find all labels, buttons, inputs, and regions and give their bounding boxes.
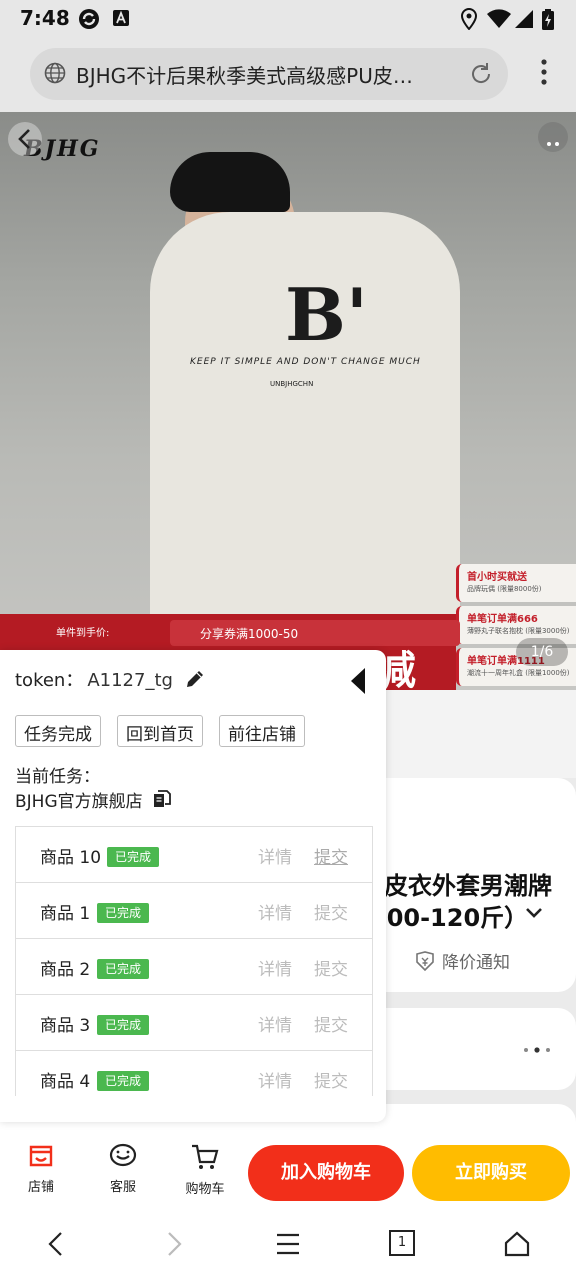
- cart-button[interactable]: 购物车: [175, 1142, 235, 1197]
- chevron-down-icon[interactable]: [524, 906, 544, 920]
- nav-menu-icon[interactable]: [274, 1230, 302, 1258]
- more-button[interactable]: [538, 122, 568, 152]
- status-time: 7:48: [20, 6, 70, 30]
- collapse-panel-icon[interactable]: [348, 666, 368, 696]
- status-badge: 已完成: [107, 847, 160, 867]
- task-name: 商品 3: [40, 1016, 91, 1036]
- gift-coupon: 首小时买就送 品牌玩偶 (限量8000份): [456, 564, 576, 602]
- customer-service-icon: [109, 1143, 137, 1167]
- nav-tabs-button[interactable]: 1: [389, 1230, 415, 1256]
- jacket-print-sub: UNBJHGCHN: [270, 380, 314, 388]
- status-bar: 7:48: [0, 0, 576, 36]
- jacket-print-slogan: KEEP IT SIMPLE AND DON'T CHANGE MUCH: [190, 357, 421, 367]
- task-complete-button[interactable]: 任务完成: [15, 715, 101, 747]
- gift-coupon-sub: 薄野丸子联名抱枕 (限量3000份): [467, 627, 570, 635]
- task-row: 商品 3 已完成 详情 提交: [16, 995, 372, 1051]
- browser-nav-bar: 1: [0, 1210, 576, 1280]
- copy-icon[interactable]: [152, 789, 172, 809]
- cart-label: 购物车: [185, 1182, 225, 1197]
- store-label: 店铺: [27, 1180, 54, 1195]
- product-title-line1: 皮衣外套男潮牌: [384, 872, 552, 900]
- task-row: 商品 10 已完成 详情 提交: [16, 827, 372, 883]
- gift-coupon-stack: 首小时买就送 品牌玩偶 (限量8000份) 单笔订单满666 薄野丸子联名抱枕 …: [456, 564, 576, 690]
- signal-icon: [515, 10, 533, 28]
- token-label: token：: [15, 670, 84, 691]
- task-detail-link[interactable]: 详情: [258, 955, 292, 980]
- task-detail-link[interactable]: 详情: [258, 1011, 292, 1036]
- page-title: BJHG不计后果秋季美式高级感PU皮…: [76, 64, 413, 88]
- browser-toolbar: BJHG不计后果秋季美式高级感PU皮…: [0, 36, 576, 112]
- task-submit-link[interactable]: 提交: [314, 843, 348, 868]
- edit-pencil-icon[interactable]: [184, 668, 206, 690]
- token-value: A1127_tg: [87, 670, 173, 691]
- task-submit-link[interactable]: 提交: [314, 1067, 348, 1092]
- task-submit-link[interactable]: 提交: [314, 899, 348, 924]
- task-detail-link[interactable]: 详情: [258, 899, 292, 924]
- battery-charging-icon: [542, 9, 554, 30]
- task-name: 商品 10: [40, 848, 102, 868]
- purchase-action-bar: 店铺 客服 购物车 加入购物车 立即购买: [0, 1136, 576, 1210]
- nav-back-icon[interactable]: [44, 1230, 68, 1258]
- discount-text: 减50: [376, 648, 416, 690]
- task-row: 商品 4 已完成 详情 提交: [16, 1051, 372, 1096]
- buy-now-button[interactable]: 立即购买: [412, 1145, 570, 1201]
- location-icon: [460, 8, 478, 30]
- token-row: token： A1127_tg: [15, 666, 173, 692]
- task-detail-link[interactable]: 详情: [258, 843, 292, 868]
- jacket-print-letter: B': [285, 272, 368, 357]
- go-to-store-button[interactable]: 前往店铺: [219, 715, 305, 747]
- task-submit-link[interactable]: 提交: [314, 955, 348, 980]
- task-name: 商品 4: [40, 1072, 91, 1092]
- product-jacket-image: B' KEEP IT SIMPLE AND DON'T CHANGE MUCH …: [150, 212, 460, 642]
- task-panel: token： A1127_tg 任务完成 回到首页 前往店铺 当前任务： BJHG…: [0, 650, 386, 1122]
- reload-icon[interactable]: [468, 61, 494, 87]
- task-row: 商品 1 已完成 详情 提交: [16, 883, 372, 939]
- gift-coupon-sub: 潮流十一周年礼盒 (限量1000份): [467, 669, 570, 677]
- task-detail-link[interactable]: 详情: [258, 1067, 292, 1092]
- task-submit-link[interactable]: 提交: [314, 1011, 348, 1036]
- globe-icon: [44, 62, 66, 84]
- task-name: 商品 1: [40, 904, 91, 924]
- shopping-cart-icon: [192, 1144, 219, 1169]
- status-badge: 已完成: [97, 959, 150, 979]
- price-notify-button[interactable]: 降价通知: [414, 948, 510, 973]
- task-row: 商品 2 已完成 详情 提交: [16, 939, 372, 995]
- status-badge: 已完成: [97, 1015, 150, 1035]
- gift-coupon-sub: 品牌玩偶 (限量8000份): [467, 585, 542, 593]
- status-badge: 已完成: [97, 1071, 150, 1091]
- gift-coupon-title: 首小时买就送: [467, 572, 527, 583]
- back-home-button[interactable]: 回到首页: [117, 715, 203, 747]
- browser-menu-icon[interactable]: [540, 58, 548, 86]
- price-tag-icon: [416, 951, 434, 972]
- back-button[interactable]: [8, 122, 42, 156]
- store-icon: [29, 1145, 53, 1167]
- status-badge: 已完成: [97, 903, 150, 923]
- current-shop-name: BJHG官方旗舰店: [15, 792, 143, 812]
- model-cap: [170, 152, 290, 212]
- nav-forward-icon[interactable]: [162, 1230, 186, 1258]
- add-to-cart-button[interactable]: 加入购物车: [248, 1145, 404, 1201]
- image-counter: 1/6: [516, 638, 568, 666]
- gift-coupon-title: 单笔订单满666: [467, 614, 538, 625]
- sync-icon: [79, 9, 99, 29]
- service-label: 客服: [109, 1180, 136, 1195]
- store-button[interactable]: 店铺: [11, 1142, 71, 1195]
- price-notify-label: 降价通知: [442, 953, 510, 973]
- chevron-left-icon: [18, 129, 30, 149]
- price-label: 单件到手价:: [56, 628, 110, 639]
- task-list[interactable]: 商品 10 已完成 详情 提交 商品 1 已完成 详情 提交 商品 2 已完成 …: [15, 826, 373, 1096]
- screen: 7:48 BJHG不计后果秋季美式高级感PU皮… BJHG B' KEEP IT…: [0, 0, 576, 1280]
- nav-home-icon[interactable]: [503, 1230, 531, 1258]
- product-image-carousel[interactable]: BJHG B' KEEP IT SIMPLE AND DON'T CHANGE …: [0, 112, 576, 690]
- address-bar[interactable]: BJHG不计后果秋季美式高级感PU皮…: [30, 48, 508, 100]
- task-name: 商品 2: [40, 960, 91, 980]
- more-dots-icon: [547, 142, 559, 146]
- service-button[interactable]: 客服: [93, 1142, 153, 1195]
- wifi-icon: [487, 9, 511, 28]
- more-options-icon[interactable]: [522, 1046, 552, 1054]
- product-title-line2: 100-120斤）: [370, 904, 529, 932]
- font-app-icon: [113, 10, 129, 26]
- current-task-label: 当前任务：: [15, 767, 100, 787]
